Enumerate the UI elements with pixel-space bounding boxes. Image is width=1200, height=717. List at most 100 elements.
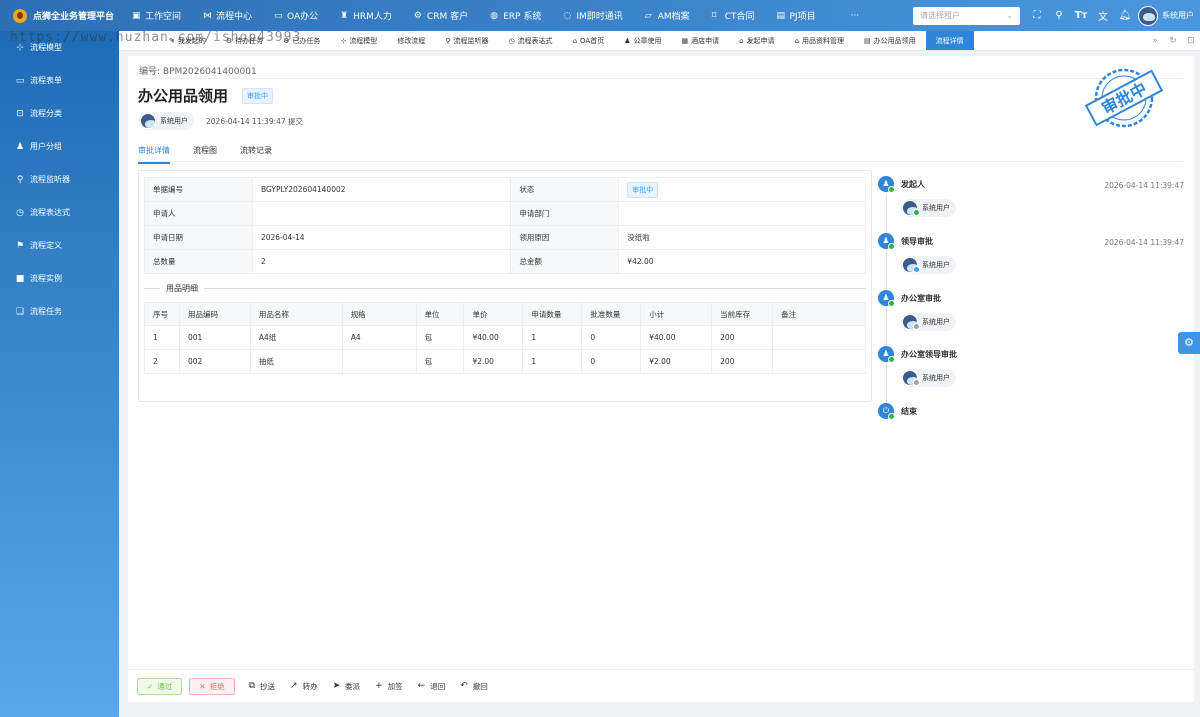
bell-icon[interactable]: 🔔︎ xyxy=(1116,10,1134,21)
sidebar-item[interactable]: ■ 流程实例 xyxy=(0,262,119,295)
field-label: 总数量 xyxy=(144,249,253,274)
tab-icon: ▤ xyxy=(864,36,871,45)
document-number: 编号: BPM2026041400001 xyxy=(139,67,257,77)
sidebar-item[interactable]: ⚲ 流程监听器 xyxy=(0,163,119,196)
refresh-icon[interactable]: ↻ xyxy=(1164,36,1182,46)
timeline-node-name: 办公室领导审批 xyxy=(901,350,957,359)
status-dot-icon xyxy=(913,266,920,273)
column-header: 备注 xyxy=(772,302,866,326)
top-menu-item[interactable]: ▭ OA办公 xyxy=(274,0,318,31)
user-name[interactable]: 系统用户 xyxy=(1162,10,1194,21)
tab[interactable]: 流程详情 xyxy=(925,31,974,50)
action-label: 加签 xyxy=(387,681,403,691)
tab[interactable]: ◷ 流程表达式 xyxy=(498,31,562,50)
status-dot-icon xyxy=(913,209,920,216)
tab-label: 流程模型 xyxy=(349,36,378,45)
column-header: 用品编码 xyxy=(178,302,251,326)
top-menu-item[interactable]: ◍ ERP 系统 xyxy=(490,0,541,31)
column-header: 批准数量 xyxy=(581,302,642,326)
reject-button[interactable]: ✕ 拒绝 xyxy=(189,677,235,695)
form-row: 总数量 2 总金额 ¥42.00 xyxy=(144,249,866,274)
action-withdraw-button[interactable]: ↶ 撤回 xyxy=(460,681,488,692)
top-menu-item[interactable]: ··· xyxy=(838,0,860,31)
column-header: 单价 xyxy=(463,302,524,326)
sidebar-item[interactable]: ◷ 流程表达式 xyxy=(0,196,119,229)
tabs-scroll-right-icon[interactable]: » xyxy=(1146,36,1164,46)
column-header: 小计 xyxy=(640,302,713,326)
sidebar-icon: ⊡ xyxy=(16,108,24,119)
tenant-select[interactable]: 请选择租户 ⌄ xyxy=(913,6,1020,25)
globe-icon: ◍ xyxy=(490,11,498,21)
sidebar-item[interactable]: ▭ 流程表单 xyxy=(0,64,119,97)
font-size-icon[interactable]: Tт xyxy=(1072,10,1090,21)
flow-icon: ⋈ xyxy=(203,11,213,21)
tab[interactable]: ⌂ 发起申请 xyxy=(729,31,784,50)
user-avatar[interactable] xyxy=(1138,5,1158,26)
tab[interactable]: ▤ 办公用品领用 xyxy=(854,31,926,50)
action-icon: ← xyxy=(417,681,426,691)
top-menu-item[interactable]: ▣ 工作空间 xyxy=(132,0,181,31)
table-cell: 0 xyxy=(581,349,642,374)
column-header: 单位 xyxy=(415,302,465,326)
form-row: 单据编号 BGYPLY202604140002 状态 审批中 xyxy=(144,177,866,202)
top-menu-label: IM即时通讯 xyxy=(576,12,623,22)
action-delegate-button[interactable]: ➤ 委派 xyxy=(333,681,361,692)
action-cc-button[interactable]: ⧉ 抄送 xyxy=(249,681,275,692)
table-cell: 1 xyxy=(522,349,583,374)
top-menu-item[interactable]: ⌑ CT合同 xyxy=(712,0,755,31)
top-menu-item[interactable]: ▱ AM档案 xyxy=(645,0,690,31)
translate-icon[interactable]: 文 xyxy=(1094,8,1112,23)
sidebar-icon: ♟ xyxy=(15,141,25,152)
tab[interactable]: ⊹ 流程模型 xyxy=(330,31,387,50)
action-icon: + xyxy=(375,681,383,691)
status-dot-icon xyxy=(913,323,920,330)
user-chip: 系统用户 xyxy=(901,256,956,274)
user-chip: 系统用户 xyxy=(901,313,956,331)
tab[interactable]: ♟ 公章使用 xyxy=(614,31,671,50)
top-menu-item[interactable]: ▤ PJ项目 xyxy=(776,0,815,31)
timeline-user: 系统用户 xyxy=(901,256,956,274)
sidebar-icon: ❏ xyxy=(15,306,25,317)
top-menu-item[interactable]: ⋈ 流程中心 xyxy=(203,0,252,31)
pass-button[interactable]: ✓ 通过 xyxy=(137,677,183,695)
table-cell: 001 xyxy=(178,325,251,350)
user-name: 系统用户 xyxy=(922,204,950,212)
lion-logo-icon xyxy=(13,8,27,23)
brand[interactable]: 点狮全业务管理平台 xyxy=(0,8,132,23)
fullscreen-icon[interactable]: ⛶ xyxy=(1028,10,1046,21)
top-menu-item[interactable]: ⚙ CRM 客户 xyxy=(414,0,468,31)
sidebar-item[interactable]: ❏ 流程任务 xyxy=(0,295,119,328)
action-add-sign-button[interactable]: + 加签 xyxy=(375,681,403,692)
user-chip: 系统用户 xyxy=(901,199,956,217)
top-menu-item[interactable]: ◌ IM即时通讯 xyxy=(563,0,622,31)
user-node-icon: ♟ xyxy=(878,233,895,250)
sidebar-item[interactable]: ♟ 用户分组 xyxy=(0,130,119,163)
sidebar-icon: ◷ xyxy=(16,207,24,218)
action-transfer-button[interactable]: ↗ 转办 xyxy=(290,681,318,692)
table-cell: 包 xyxy=(415,325,465,350)
sidebar-item[interactable]: ⊡ 流程分类 xyxy=(0,97,119,130)
tab[interactable]: ⌂ OA首页 xyxy=(563,31,615,50)
close-all-icon[interactable]: ⊡ xyxy=(1182,36,1200,46)
top-menu-item[interactable]: ♜ HRM人力 xyxy=(340,0,392,31)
action-return-button[interactable]: ← 退回 xyxy=(418,681,446,692)
tab-label: 用品资料管理 xyxy=(802,36,845,45)
action-label: 转办 xyxy=(302,681,318,691)
top-menu-label: HRM人力 xyxy=(353,12,392,22)
tab-icon: ⊹ xyxy=(340,36,347,45)
timeline-connector xyxy=(886,308,887,348)
timeline-user: 系统用户 xyxy=(901,313,956,331)
tab[interactable]: ▦ 酒店申请 xyxy=(671,31,729,50)
timeline-node-name: 领导审批 xyxy=(901,237,933,246)
sidebar-item[interactable]: ⚑ 流程定义 xyxy=(0,229,119,262)
field-label: 申请日期 xyxy=(144,225,253,250)
tab[interactable]: ⚲ 流程监听器 xyxy=(435,31,498,50)
table-row: 2 002 抽纸包 ¥2.00 1 0 ¥2.00 200 xyxy=(144,349,866,374)
search-icon[interactable]: ⚲ xyxy=(1050,10,1068,21)
tab-label: 公章使用 xyxy=(633,36,662,45)
tab[interactable]: ⌂ 用品资料管理 xyxy=(785,31,854,50)
status-check-icon xyxy=(888,300,895,307)
watermark: https://www.huzhan.com/ishop43993 xyxy=(10,30,302,45)
settings-gear-icon[interactable]: ⚙ xyxy=(1178,332,1200,354)
tab[interactable]: 修改流程 xyxy=(387,31,435,50)
